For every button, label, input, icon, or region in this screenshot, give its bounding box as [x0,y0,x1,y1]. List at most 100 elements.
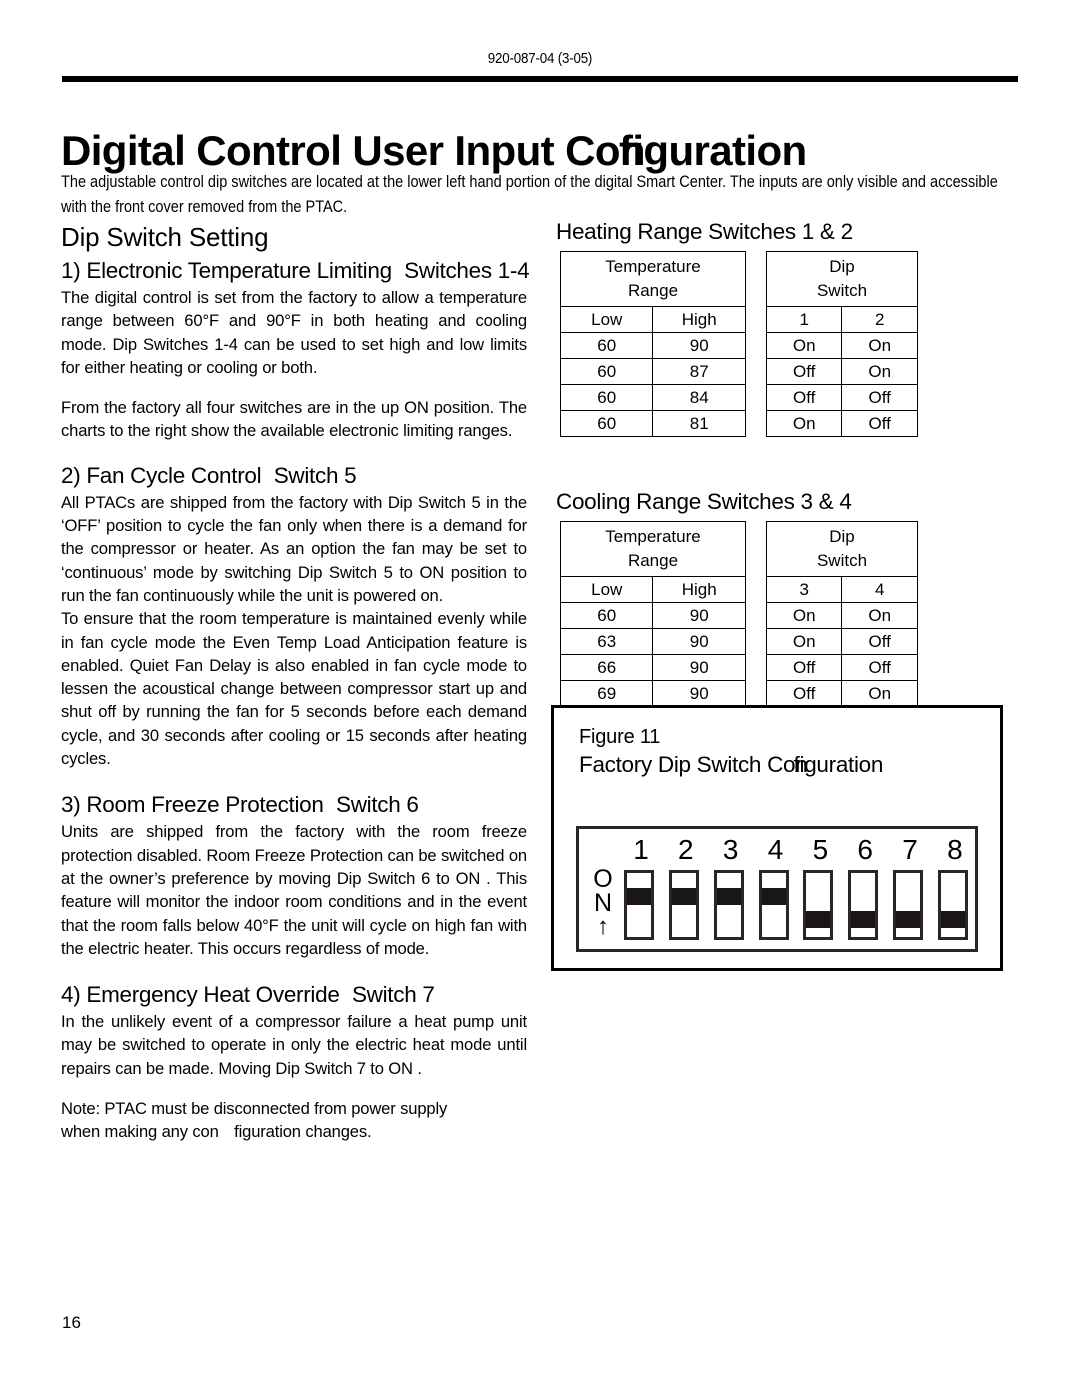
table-header-dip-switch: Dip Switch [766,251,918,307]
paragraph-temp-limiting-2: From the factory all four switches are i… [61,398,527,441]
dip-switch-slider[interactable] [627,888,651,905]
on-label: ON [593,865,613,917]
table-row: On Off [765,628,918,655]
cooling-dip-switch-table: Dip Switch 34 On On On Off Off Off Off On [765,521,918,707]
dip-switch-number: 4 [767,834,784,865]
dip-switch-body[interactable] [937,870,968,940]
heading-electronic-temperature-limiting: 1) Electronic Temperature Limiting Switch… [61,258,530,283]
dip-switch-number: 7 [902,834,918,865]
figure-11-box: Figure 11 Factory Dip Switch Configurati… [551,705,1003,971]
table-header-dip-switch: Dip Switch [766,521,918,577]
paragraph-emergency-heat: In the unlikely event of a compressor fa… [61,1012,527,1078]
dip-switch-number: 1 [633,834,649,865]
col-header-switch-2: 2 [841,306,918,333]
col-header-high: High [652,576,746,603]
table-row: On Off [765,410,918,437]
dip-switch-slider[interactable] [851,911,876,928]
dip-switch-number: 8 [947,834,963,865]
dip-switch-slider[interactable] [716,888,741,905]
heading-fan-cycle-control: 2) Fan Cycle Control Switch 5 [61,462,357,488]
document-page: 920-087-04 (3-05) Digital Control User I… [0,0,1080,1397]
intro-paragraph: The adjustable control dip switches are … [61,173,998,216]
dip-switch-body[interactable] [624,870,654,940]
dip-switch-6[interactable]: 6 [847,834,883,948]
table-row: Off Off [765,654,918,681]
paragraph-temp-limiting-1: The digital control is set from the fact… [61,288,527,377]
table-row: Off Off [765,384,918,411]
dip-switch-body[interactable] [758,870,789,940]
dip-switch-5[interactable]: 5 [802,834,838,948]
table-row: 60 87 [559,358,746,385]
dip-switch-3[interactable]: 3 [713,834,749,948]
dip-switch-slider[interactable] [940,911,965,928]
col-header-high: High [652,306,746,333]
table-row: 60 84 [559,384,746,411]
header-rule [62,76,1018,82]
paragraph-room-freeze: Units are shipped from the factory with … [61,822,527,958]
cooling-range-tables: Temperature Range Low High 60 90 63 90 66 90 … [556,521,1018,707]
table-row: 69 90 [559,680,746,707]
table-row: 63 90 [559,628,746,655]
up-arrow-icon: ↑ [597,913,609,940]
table-row: 66 90 [559,654,746,681]
right-column: Heating Range Switches 1 & 2 Temperature… [551,218,1018,971]
table-header-temperature-range: Temperature Range [560,521,746,577]
switch-row: 1 2 3 4 5 6 7 8 [623,834,973,948]
cooling-temperature-range-table: Temperature Range Low High 60 90 63 90 66 90 … [559,521,746,707]
left-column: Dip Switch Setting 1) Electronic Tempera… [61,222,530,1144]
heading-cooling-range: Cooling Range Switches 3 & 4 [556,489,852,514]
dip-switch-slider[interactable] [761,888,786,905]
dip-switch-bank: ON ↑ 1 2 3 4 5 6 7 8 [576,826,978,952]
table-header-temperature-range: Temperature Range [560,251,746,307]
dip-switch-7[interactable]: 7 [892,834,928,948]
figure-caption-ligature-artifact: Factory Dip Switch Configuration [579,752,884,777]
section-title-dip-switch-setting: Dip Switch Setting [61,222,269,252]
paragraph-fan-cycle-2: To ensure that the room temperature is m… [61,609,527,769]
note-ligature-artifact: fifiguration changes. [234,1122,372,1142]
note-line-2: when making any confifiguration changes. [61,1120,527,1143]
col-header-switch-1: 1 [765,306,843,333]
dip-switch-8[interactable]: 8 [937,834,973,948]
col-header-low: Low [559,576,654,603]
dip-switch-number: 2 [678,834,694,865]
note-line-1: Note: PTAC must be disconnected from pow… [61,1099,448,1119]
paragraph-fan-cycle-1: All PTACs are shipped from the factory w… [61,492,527,605]
dip-switch-1[interactable]: 1 [623,834,659,948]
table-row: On On [765,602,918,629]
page-title-ligature-artifact: Configuration [565,127,807,175]
heading-heating-range: Heating Range Switches 1 & 2 [556,219,853,244]
table-row: On On [765,332,918,359]
col-header-switch-4: 4 [841,576,918,603]
figure-caption: Factory Dip Switch Configuration [579,751,883,779]
dip-switch-4[interactable]: 4 [758,834,794,948]
dip-switch-body[interactable] [668,870,699,940]
table-row: Off On [765,680,918,707]
table-row: 60 81 [559,410,746,437]
heading-room-freeze-protection: 3) Room Freeze Protection Switch 6 [61,792,419,818]
heating-temperature-range-table: Temperature Range Low High 60 90 60 87 60 84 … [559,251,746,437]
dip-switch-slider[interactable] [896,911,921,928]
page-number: 16 [62,1313,81,1332]
dip-switch-body[interactable] [893,870,924,940]
page-title: Digital Control User Input Configuration [61,128,807,174]
dip-switch-body[interactable] [803,870,834,940]
dip-switch-number: 3 [722,834,739,865]
table-row: 60 90 [559,602,746,629]
dip-switch-body[interactable] [713,870,744,940]
heating-dip-switch-table: Dip Switch 12 On On Off On Off Off On Off [765,251,918,437]
dip-switch-2[interactable]: 2 [668,834,704,948]
table-row: 60 90 [559,332,746,359]
dip-switch-number: 6 [857,834,873,865]
dip-switch-body[interactable] [848,870,879,940]
dip-switch-slider[interactable] [671,888,696,905]
page-title-prefix: Digital Control User Input [61,127,566,175]
document-code: 920-087-04 (3-05) [487,51,593,67]
heating-range-tables: Temperature Range Low High 60 90 60 87 60 84 … [556,251,1018,437]
col-header-low: Low [559,306,654,333]
figure-label: Figure 11 [579,726,661,748]
dip-switch-number: 5 [812,834,829,865]
col-header-switch-3: 3 [765,576,843,603]
heading-emergency-heat-override: 4) Emergency Heat Override Switch 7 [61,982,435,1008]
dip-switch-slider[interactable] [806,911,831,928]
table-row: Off On [765,358,918,385]
